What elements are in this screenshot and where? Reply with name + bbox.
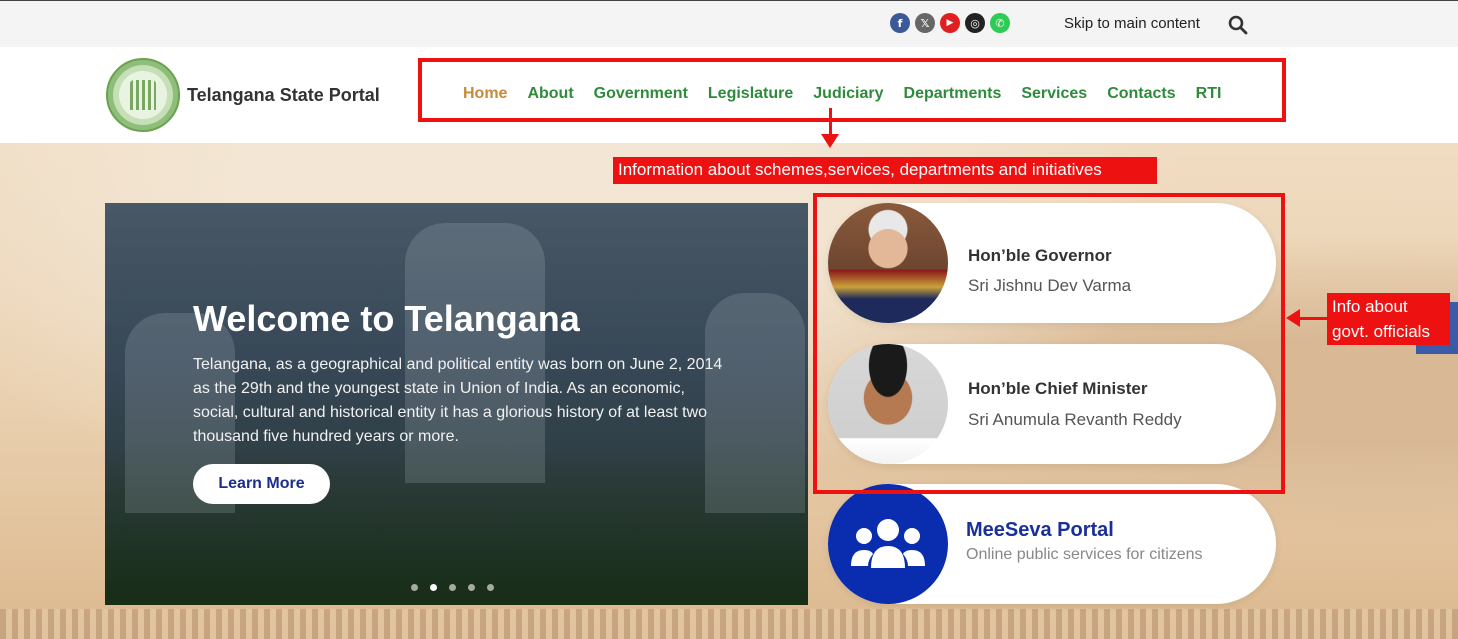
social-links: f 𝕏 ▶ ◎ ✆: [890, 13, 1010, 33]
slide-title: Welcome to Telangana: [193, 298, 580, 339]
search-icon[interactable]: [1228, 15, 1248, 35]
slider-dot[interactable]: [468, 584, 475, 591]
nav-item-services[interactable]: Services: [1021, 85, 1087, 103]
nav-item-legislature[interactable]: Legislature: [708, 85, 793, 103]
officials-annotation-box: [813, 193, 1285, 494]
meeseva-card[interactable]: MeeSeva Portal Online public services fo…: [828, 484, 1276, 604]
whatsapp-icon[interactable]: ✆: [990, 13, 1010, 33]
slider-dot[interactable]: [411, 584, 418, 591]
nav-item-government[interactable]: Government: [594, 85, 688, 103]
users-group-icon: [851, 519, 925, 568]
meeseva-title[interactable]: MeeSeva Portal: [966, 519, 1114, 542]
skip-to-main-link[interactable]: Skip to main content: [1064, 15, 1200, 32]
nav-item-judiciary[interactable]: Judiciary: [813, 85, 883, 103]
youtube-icon[interactable]: ▶: [940, 13, 960, 33]
facebook-icon[interactable]: f: [890, 13, 910, 33]
nav-item-rti[interactable]: RTI: [1196, 85, 1222, 103]
annotation-arrow-down: [821, 108, 839, 148]
annotation-callout-officials: Info about govt. officials: [1327, 293, 1450, 345]
site-header: Telangana State Portal Home About Govern…: [0, 47, 1458, 143]
slide-description: Telangana, as a geographical and politic…: [193, 356, 723, 445]
top-utility-bar: f 𝕏 ▶ ◎ ✆ Skip to main content: [0, 0, 1458, 47]
nav-item-contacts[interactable]: Contacts: [1107, 85, 1175, 103]
annotation-callout-nav: Information about schemes,services, depa…: [613, 157, 1157, 184]
slider-dot[interactable]: [487, 584, 494, 591]
x-icon[interactable]: 𝕏: [915, 13, 935, 33]
site-title[interactable]: Telangana State Portal: [187, 85, 380, 106]
callout-officials-line2: govt. officials: [1332, 322, 1430, 341]
learn-more-button[interactable]: Learn More: [193, 464, 330, 504]
state-emblem-logo[interactable]: [106, 58, 180, 132]
slider-dot[interactable]: [449, 584, 456, 591]
slider-dots: [411, 584, 494, 591]
nav-item-departments[interactable]: Departments: [904, 85, 1002, 103]
hero-slider: Welcome to Telangana Telangana, as a geo…: [105, 203, 808, 605]
callout-officials-line1: Info about: [1332, 297, 1408, 316]
meeseva-subtitle: Online public services for citizens: [966, 546, 1203, 563]
annotation-arrow-left: [1286, 309, 1328, 327]
instagram-icon[interactable]: ◎: [965, 13, 985, 33]
nav-item-home[interactable]: Home: [463, 85, 507, 103]
nav-item-about[interactable]: About: [527, 85, 573, 103]
main-nav: Home About Government Legislature Judici…: [463, 85, 1221, 103]
meeseva-logo: [828, 484, 948, 604]
slider-dot-active[interactable]: [430, 584, 437, 591]
